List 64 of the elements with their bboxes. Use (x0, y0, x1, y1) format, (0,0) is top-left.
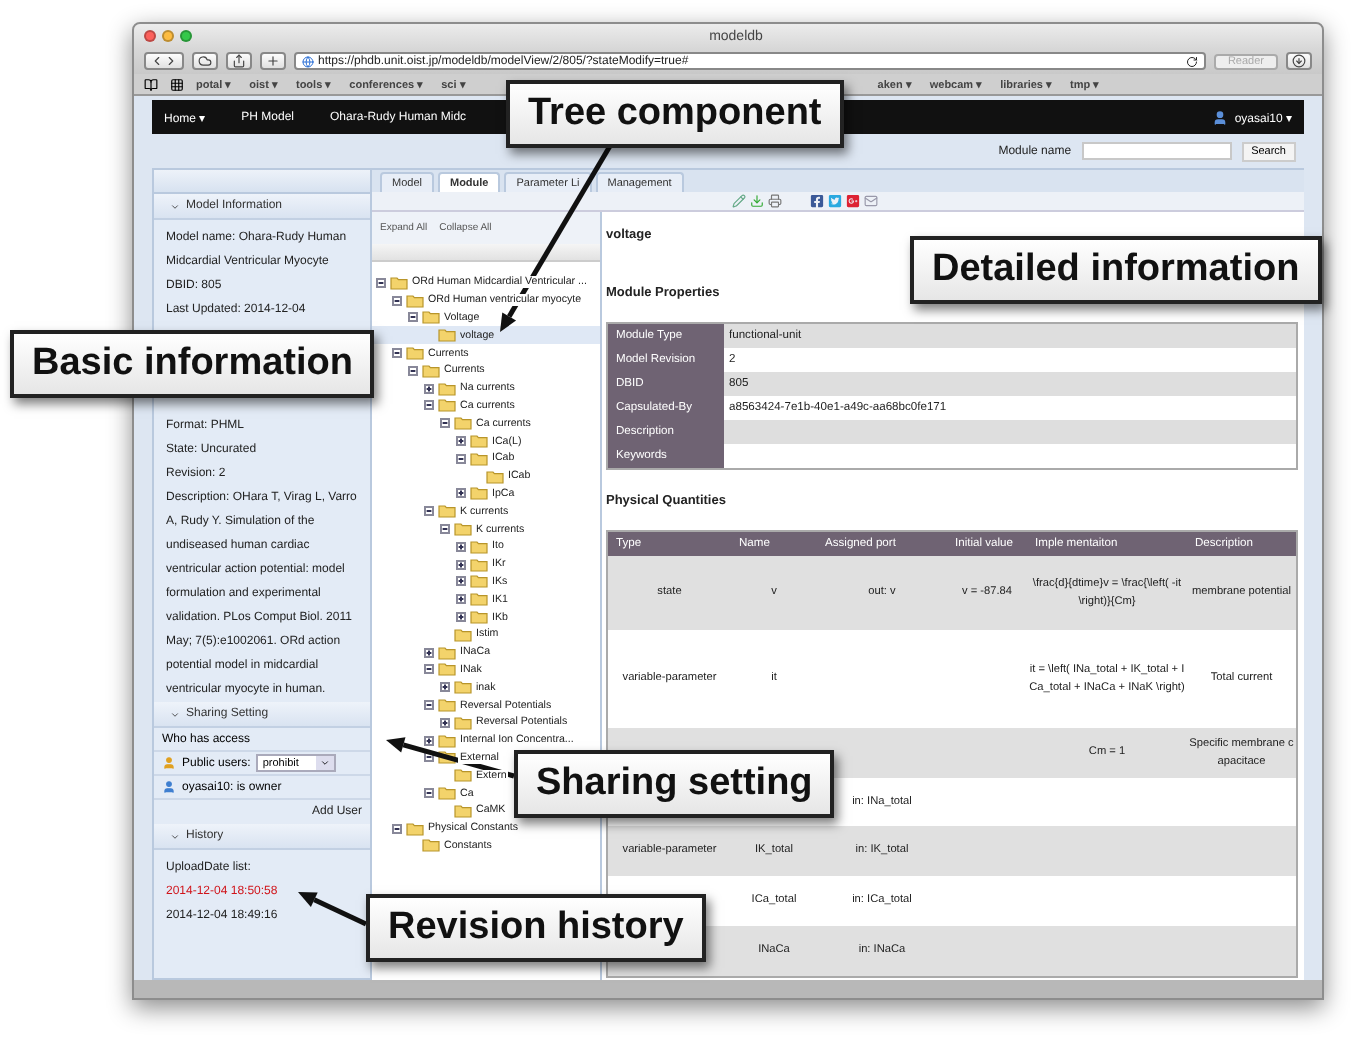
caret-icon (320, 758, 331, 768)
caret-icon (170, 709, 180, 719)
expand-icon[interactable] (456, 594, 466, 605)
expand-icon[interactable] (440, 717, 450, 728)
collapse-icon[interactable] (408, 365, 418, 376)
printer-icon[interactable] (768, 194, 782, 208)
search-field[interactable] (1081, 142, 1232, 160)
collapse-icon[interactable] (392, 823, 402, 834)
expand-icon[interactable] (424, 647, 434, 658)
plus-icon (266, 54, 280, 68)
cloud-button[interactable] (192, 52, 218, 70)
share-button[interactable] (226, 52, 252, 70)
reload-icon[interactable] (1185, 55, 1198, 67)
globe-icon (302, 55, 314, 67)
expand-icon[interactable] (456, 612, 466, 623)
cloud-icon (198, 54, 212, 68)
share-icon (232, 54, 246, 68)
expand-icon[interactable] (424, 735, 434, 746)
download-icon (1292, 54, 1306, 68)
expand-icon[interactable] (456, 559, 466, 570)
expand-icon[interactable] (456, 488, 466, 499)
grid-icon[interactable] (170, 77, 184, 91)
collapse-icon[interactable] (424, 506, 434, 517)
collapse-icon[interactable] (424, 400, 434, 411)
expand-icon[interactable] (456, 436, 466, 447)
callout-arrow (298, 892, 368, 927)
callout-label: Sharing setting (514, 750, 835, 818)
collapse-icon[interactable] (392, 348, 402, 359)
expand-icon[interactable] (440, 682, 450, 693)
forward-icon[interactable] (164, 54, 178, 68)
collapse-icon[interactable] (424, 700, 434, 711)
book-icon[interactable] (144, 77, 158, 91)
group-icon (162, 756, 176, 770)
collapse-icon[interactable] (424, 664, 434, 675)
callout-label: Detailed information (910, 236, 1322, 304)
table-cell (1187, 826, 1297, 877)
collapse-icon[interactable] (408, 312, 418, 323)
collapse-icon[interactable] (424, 788, 434, 798)
facebook-icon[interactable] (810, 194, 824, 208)
expand-icon[interactable] (456, 541, 466, 552)
collapse-icon[interactable] (392, 295, 402, 306)
collapse-icon[interactable] (424, 752, 434, 763)
expand-icon[interactable] (424, 383, 434, 394)
callout-arrow (386, 737, 515, 779)
downloads-button[interactable] (1286, 52, 1312, 70)
zoom-button[interactable] (180, 30, 192, 42)
collapse-icon[interactable] (440, 524, 450, 535)
table-cell (1187, 926, 1297, 977)
collapse-icon[interactable] (440, 418, 450, 429)
caret-icon (170, 831, 180, 841)
back-icon[interactable] (150, 54, 164, 68)
new-tab-button[interactable] (260, 52, 286, 70)
google-plus-icon[interactable] (846, 194, 860, 208)
expand-icon[interactable] (456, 576, 466, 587)
callout-label: Revision history (366, 894, 706, 962)
callout-label: Tree component (506, 80, 844, 148)
collapse-icon[interactable] (456, 453, 466, 464)
back-forward-button[interactable] (144, 52, 184, 70)
close-button[interactable] (144, 30, 156, 42)
user-icon (162, 780, 176, 794)
caret-icon (170, 201, 180, 211)
collapse-icon[interactable] (376, 277, 386, 288)
callout-label: Basic information (10, 330, 375, 398)
user-icon (1212, 109, 1229, 125)
